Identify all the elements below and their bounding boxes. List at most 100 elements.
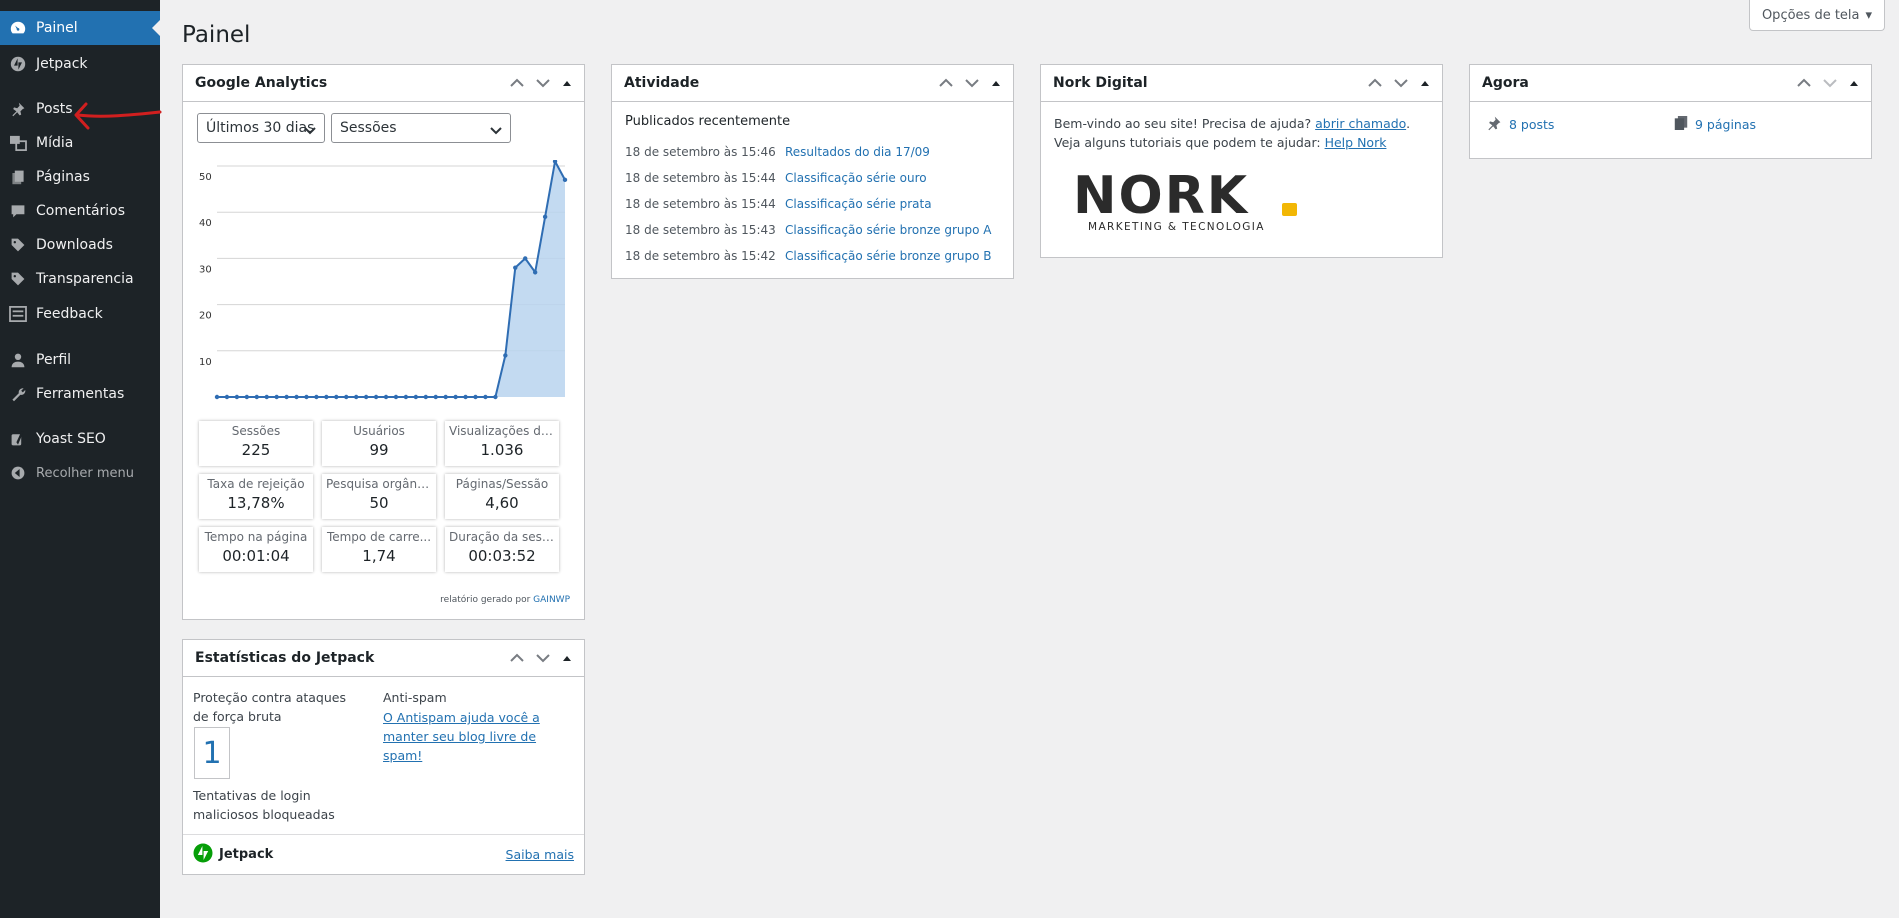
sidebar-item-label: Feedback [36, 306, 103, 322]
post-link[interactable]: Resultados do dia 17/09 [785, 145, 930, 159]
data-point [393, 394, 399, 400]
at-a-glance-widget: Agora 8 posts 9 páginas [1469, 64, 1872, 159]
stat-card: Visualizações de... 1.036 [445, 421, 559, 466]
period-select-value: Últimos 30 dias [206, 120, 315, 136]
y-tick-label: 10 [199, 357, 212, 368]
stat-card: Tempo na página 00:01:04 [199, 527, 313, 572]
stat-value: 225 [241, 441, 271, 459]
data-point [373, 394, 379, 400]
data-point [254, 394, 259, 400]
collapse-menu-button[interactable]: Recolher menu [0, 456, 160, 490]
stat-card: Tempo de carre... 1,74 [322, 527, 436, 572]
move-down-icon[interactable] [1394, 78, 1408, 88]
stat-value: 00:03:52 [468, 547, 536, 565]
toggle-panel-icon[interactable] [562, 654, 572, 662]
collapse-icon [0, 465, 36, 481]
sidebar-item-label: Perfil [36, 352, 72, 368]
sidebar-item-yoast[interactable]: Yoast SEO [0, 422, 160, 456]
sidebar-item-transparencia[interactable]: Transparencia [0, 262, 160, 296]
move-up-icon[interactable] [1368, 78, 1382, 88]
stat-label: Visualizações de... [449, 424, 559, 438]
sidebar-item-perfil[interactable]: Perfil [0, 343, 160, 377]
move-up-icon[interactable] [510, 78, 524, 88]
toggle-panel-icon[interactable] [991, 79, 1001, 87]
pages-count-link[interactable]: 9 páginas [1674, 115, 1756, 134]
move-up-icon[interactable] [1797, 78, 1811, 88]
stat-value: 4,60 [485, 494, 519, 512]
move-up-icon[interactable] [510, 653, 524, 663]
open-ticket-link[interactable]: abrir chamado [1315, 116, 1406, 131]
data-point [324, 394, 329, 400]
data-point [314, 394, 319, 400]
chevron-down-icon [304, 123, 316, 139]
post-link[interactable]: Classificação série prata [785, 197, 932, 211]
tag-icon [0, 237, 36, 253]
post-link[interactable]: Classificação série bronze grupo A [785, 223, 992, 237]
data-point [483, 394, 488, 400]
sidebar-item-ferramentas[interactable]: Ferramentas [0, 377, 160, 411]
widget-title: Atividade [624, 75, 700, 91]
data-point [383, 394, 389, 400]
tag-icon [0, 271, 36, 287]
stat-label: Pesquisa orgânica [326, 477, 435, 491]
stat-label: Taxa de rejeição [207, 477, 305, 491]
y-tick-label: 50 [199, 172, 212, 183]
caret-down-icon: ▾ [1865, 7, 1873, 23]
toggle-panel-icon[interactable] [1849, 79, 1859, 87]
widget-title: Nork Digital [1053, 75, 1148, 91]
help-nork-link[interactable]: Help Nork [1325, 135, 1387, 150]
gainwp-link[interactable]: GAINWP [533, 595, 570, 605]
sidebar-item-painel[interactable]: Painel [0, 11, 160, 45]
period-select[interactable]: Últimos 30 dias [197, 113, 325, 143]
antispam-title: Anti-spam [383, 690, 447, 705]
move-down-icon[interactable] [1823, 78, 1837, 88]
stat-label: Usuários [353, 424, 405, 438]
welcome-text-part: Bem-vindo ao seu site! Precisa de ajuda? [1054, 116, 1312, 131]
nork-logo: NORK MARKETING & TECNOLOGIA [1073, 169, 1297, 231]
sidebar-item-downloads[interactable]: Downloads [0, 228, 160, 262]
post-date: 18 de setembro às 15:43 [625, 223, 776, 237]
post-link[interactable]: Classificação série ouro [785, 171, 927, 185]
stat-card: Páginas/Sessão 4,60 [445, 474, 559, 519]
list-item: 18 de setembro às 15:44 Classificação sé… [625, 171, 927, 185]
data-point [562, 177, 568, 183]
jetpack-brand-label: Jetpack [219, 847, 274, 862]
sidebar-item-label: Jetpack [36, 56, 88, 72]
y-tick-label: 30 [199, 264, 212, 275]
data-point [423, 394, 428, 400]
screen-options-button[interactable]: Opções de tela ▾ [1749, 0, 1885, 31]
feedback-icon [0, 306, 36, 322]
sidebar-item-paginas[interactable]: Páginas [0, 160, 160, 194]
sidebar-item-label: Yoast SEO [36, 431, 106, 447]
move-up-icon[interactable] [939, 78, 953, 88]
sidebar-item-comentarios[interactable]: Comentários [0, 194, 160, 228]
sidebar-item-label: Painel [36, 20, 78, 36]
toggle-panel-icon[interactable] [1420, 79, 1430, 87]
data-point [294, 394, 299, 400]
metric-select[interactable]: Sessões [331, 113, 511, 143]
stat-card: Sessões 225 [199, 421, 313, 466]
data-point [403, 394, 409, 400]
list-item: 18 de setembro às 15:43 Classificação sé… [625, 223, 992, 237]
move-down-icon[interactable] [536, 78, 550, 88]
posts-count-link[interactable]: 8 posts [1486, 115, 1554, 134]
sidebar-item-label: Páginas [36, 169, 90, 185]
post-date: 18 de setembro às 15:44 [625, 171, 776, 185]
posts-count-label: 8 posts [1509, 117, 1555, 132]
pages-count-label: 9 páginas [1695, 117, 1757, 132]
move-down-icon[interactable] [965, 78, 979, 88]
move-down-icon[interactable] [536, 653, 550, 663]
yoast-icon [0, 430, 36, 448]
data-point [284, 394, 289, 400]
toggle-panel-icon[interactable] [562, 79, 572, 87]
antispam-link[interactable]: O Antispam ajuda você a manter seu blog … [383, 710, 540, 763]
annotation-arrow [74, 102, 162, 130]
y-tick-label: 40 [199, 218, 212, 229]
data-point [503, 353, 508, 358]
data-point [493, 394, 498, 400]
protect-title: Proteção contra ataques de força bruta [193, 690, 346, 724]
learn-more-link[interactable]: Saiba mais [506, 847, 574, 862]
sidebar-item-jetpack[interactable]: Jetpack [0, 47, 160, 81]
sidebar-item-feedback[interactable]: Feedback [0, 297, 160, 331]
post-link[interactable]: Classificação série bronze grupo B [785, 249, 992, 263]
